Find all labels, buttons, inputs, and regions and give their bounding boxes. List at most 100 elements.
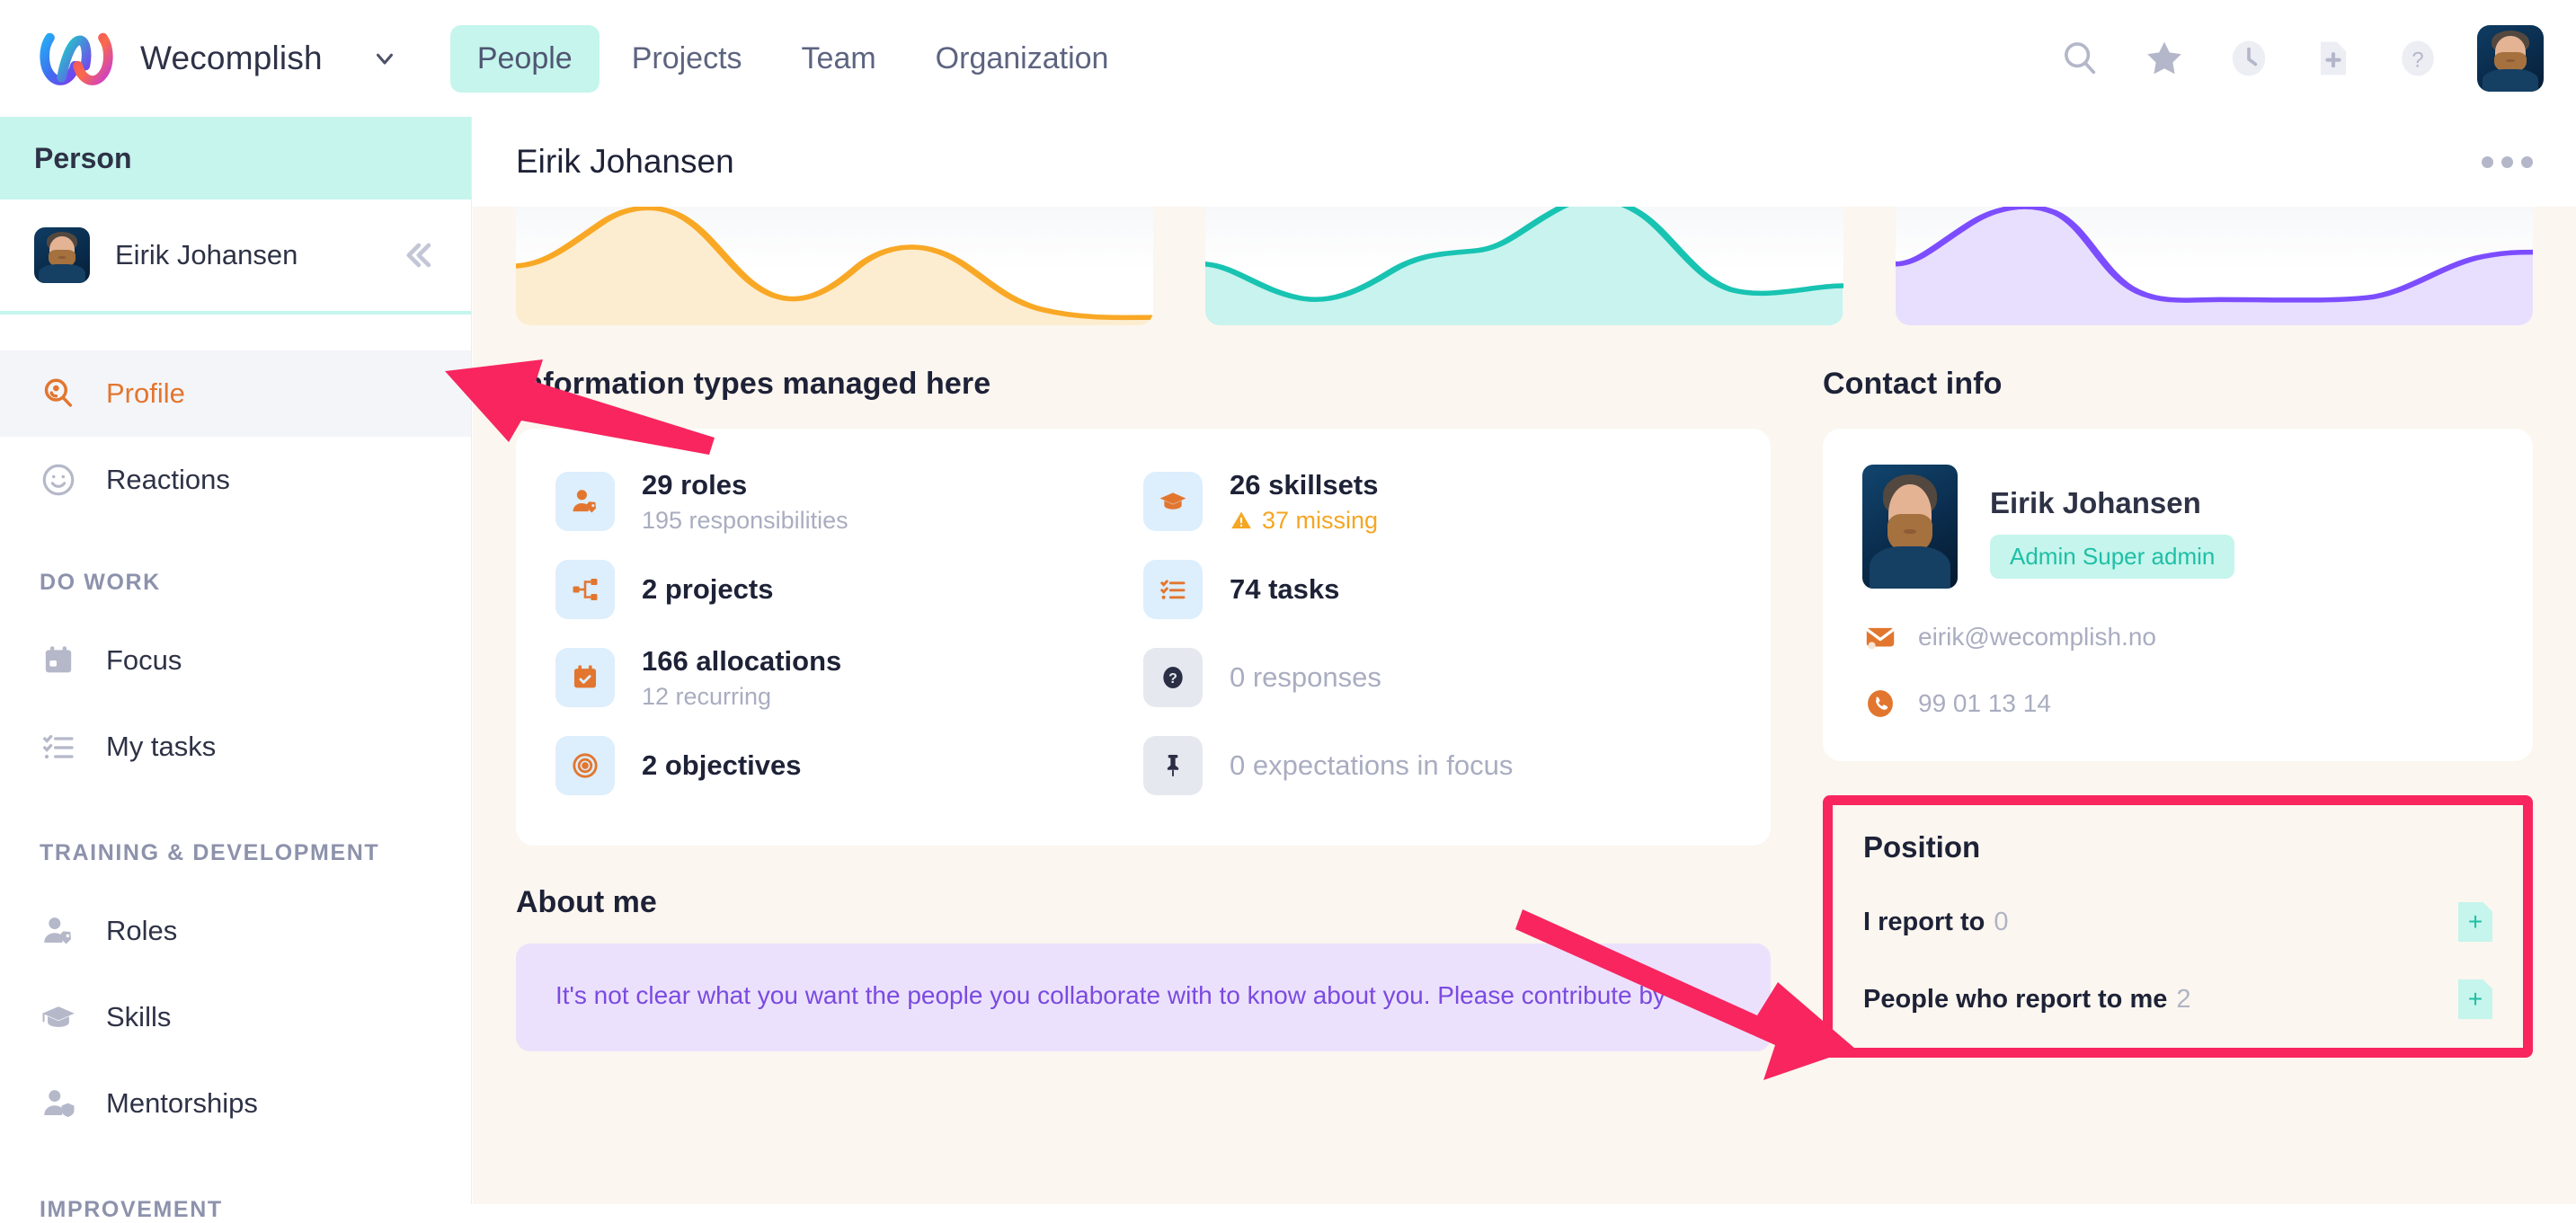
chart-card-purple[interactable] (1896, 207, 2533, 325)
tab-team[interactable]: Team (775, 25, 903, 93)
info-item-main: 2 projects (642, 572, 773, 607)
sidebar-item-my-tasks[interactable]: My tasks (0, 704, 471, 790)
info-item-main: 26 skillsets (1230, 468, 1378, 503)
svg-text:?: ? (2412, 48, 2423, 72)
about-box[interactable]: It's not clear what you want the people … (516, 944, 1771, 1051)
content-area: Information types managed here 29 roles … (473, 207, 2576, 1058)
target-icon (555, 736, 615, 795)
contact-email: eirik@wecomplish.no (1918, 623, 2156, 651)
phone-icon (1862, 686, 1898, 722)
info-column-left: 29 roles 195 responsibilities 2 projects (555, 461, 1143, 806)
contact-phone-row[interactable]: 99 01 13 14 (1862, 686, 2493, 722)
tab-people[interactable]: People (450, 25, 600, 93)
info-item-main: 0 responses (1230, 660, 1381, 696)
sidebar-spacer (0, 315, 471, 350)
main-content: Eirik Johansen (473, 117, 2576, 1204)
contact-photo (1862, 465, 1958, 589)
info-item-expectations[interactable]: 0 expectations in focus (1143, 725, 1731, 806)
sidebar-item-focus[interactable]: Focus (0, 617, 471, 704)
sidebar-item-roles[interactable]: Roles (0, 888, 471, 974)
sidebar-person-avatar (34, 227, 90, 283)
graduation-cap-icon (38, 997, 79, 1038)
add-document-icon[interactable]: + (2458, 902, 2492, 942)
clock-icon[interactable] (2224, 33, 2274, 84)
person-tag-icon (38, 910, 79, 952)
info-item-objectives[interactable]: 2 objectives (555, 725, 1143, 806)
search-icon[interactable] (2055, 33, 2105, 84)
chart-card-teal[interactable] (1205, 207, 1843, 325)
pin-icon (1143, 736, 1203, 795)
sidebar-item-label: Skills (106, 1001, 171, 1033)
info-item-projects[interactable]: 2 projects (555, 549, 1143, 630)
info-item-main: 166 allocations (642, 644, 841, 679)
sidebar-item-label: Roles (106, 915, 177, 947)
about-section-title: About me (516, 885, 1771, 920)
brand-name: Wecomplish (140, 40, 323, 77)
content-columns: Information types managed here 29 roles … (516, 367, 2533, 1058)
info-section-title: Information types managed here (516, 367, 1771, 402)
tab-projects[interactable]: Projects (605, 25, 769, 93)
help-icon[interactable]: ? (2393, 33, 2443, 84)
position-card: Position I report to 0 + People who repo… (1823, 795, 2533, 1058)
position-label: People who report to me (1863, 985, 2167, 1015)
graduation-cap-icon (1143, 472, 1203, 531)
info-item-sub: 195 responsibilities (642, 507, 848, 535)
project-tree-icon (555, 560, 615, 619)
top-navigation-bar: Wecomplish People Projects Team Organiza… (0, 0, 2576, 117)
chevrons-left-icon[interactable] (397, 235, 437, 275)
sidebar-person-row[interactable]: Eirik Johansen (0, 199, 471, 315)
sidebar-item-reactions[interactable]: Reactions (0, 437, 471, 523)
new-document-icon[interactable] (2308, 33, 2358, 84)
sidebar-item-label: Focus (106, 644, 182, 677)
info-item-sub: 12 recurring (642, 683, 841, 711)
charts-row (516, 207, 2533, 325)
left-column: Information types managed here 29 roles … (516, 367, 1771, 1058)
info-item-sub: 37 missing (1262, 507, 1378, 535)
position-title: Position (1863, 830, 2492, 864)
sidebar-item-label: Mentorships (106, 1087, 258, 1120)
sidebar-item-profile[interactable]: Profile (0, 350, 471, 437)
info-item-main: 0 expectations in focus (1230, 749, 1513, 784)
sidebar-item-skills[interactable]: Skills (0, 974, 471, 1060)
main-tabs: People Projects Team Organization (450, 25, 1136, 93)
contact-section-title: Contact info (1823, 367, 2533, 402)
position-label: I report to (1863, 908, 1985, 937)
calendar-check-icon (555, 648, 615, 707)
sidebar-section-training: TRAINING & DEVELOPMENT (0, 840, 471, 866)
info-item-roles[interactable]: 29 roles 195 responsibilities (555, 461, 1143, 542)
top-action-icons: ? (2055, 25, 2544, 92)
right-column: Contact info Eirik Johansen Admin Super … (1823, 367, 2533, 1058)
sidebar-section-do-work: DO WORK (0, 570, 471, 596)
info-item-responses[interactable]: ? 0 responses (1143, 637, 1731, 718)
info-item-allocations[interactable]: 166 allocations 12 recurring (555, 637, 1143, 718)
info-item-sub-warning: 37 missing (1230, 507, 1378, 535)
warning-icon (1230, 509, 1253, 532)
contact-info-card: Eirik Johansen Admin Super admin eirik@w… (1823, 429, 2533, 761)
more-options-icon[interactable] (2482, 156, 2533, 168)
user-avatar[interactable] (2477, 25, 2544, 92)
info-types-card: 29 roles 195 responsibilities 2 projects (516, 429, 1771, 846)
contact-email-row[interactable]: eirik@wecomplish.no (1862, 619, 2493, 655)
chevron-down-icon[interactable] (369, 43, 400, 74)
calendar-icon (38, 640, 79, 681)
position-row-reports-to-me: People who report to me 2 + (1863, 979, 2492, 1019)
brand[interactable]: Wecomplish (40, 31, 323, 85)
left-sidebar: Person Eirik Johansen Profile Reactions … (0, 117, 472, 1204)
info-item-tasks[interactable]: 74 tasks (1143, 549, 1731, 630)
contact-name: Eirik Johansen (1990, 486, 2234, 520)
tab-organization[interactable]: Organization (909, 25, 1136, 93)
info-column-right: 26 skillsets 37 missing (1143, 461, 1731, 806)
sidebar-item-mentorships[interactable]: Mentorships (0, 1060, 471, 1147)
add-document-icon[interactable]: + (2458, 979, 2492, 1019)
purple-area-chart (1896, 207, 2533, 325)
info-item-main: 29 roles (642, 468, 848, 503)
info-item-skillsets[interactable]: 26 skillsets 37 missing (1143, 461, 1731, 542)
person-shield-icon (38, 1083, 79, 1124)
info-item-main: 74 tasks (1230, 572, 1339, 607)
star-icon[interactable] (2139, 33, 2190, 84)
position-count: 2 (2176, 985, 2190, 1015)
sidebar-item-label: Reactions (106, 464, 230, 496)
svg-text:?: ? (1168, 671, 1177, 687)
chart-card-orange[interactable] (516, 207, 1153, 325)
position-count: 0 (1994, 908, 2008, 937)
